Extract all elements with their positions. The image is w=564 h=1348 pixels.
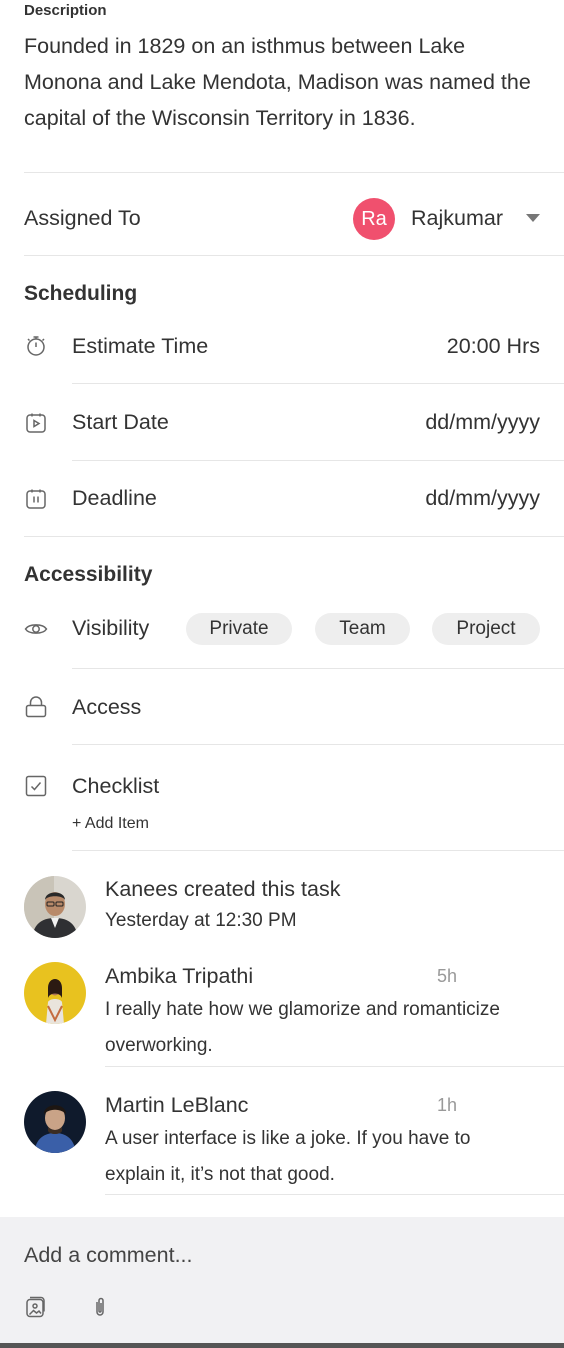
visibility-option-private[interactable]: Private: [186, 613, 292, 645]
chevron-down-icon[interactable]: [526, 214, 540, 222]
checklist-label: Checklist: [72, 774, 160, 798]
comment-author[interactable]: Ambika Tripathi: [105, 964, 253, 989]
divider: [72, 383, 564, 384]
divider: [24, 255, 564, 256]
avatar: [24, 1091, 86, 1153]
divider: [72, 850, 564, 851]
access-label[interactable]: Access: [72, 695, 141, 720]
start-date-value[interactable]: dd/mm/yyyy: [425, 410, 540, 435]
assignee-avatar: Ra: [353, 198, 395, 240]
avatar: [24, 876, 86, 938]
deadline-label: Deadline: [72, 486, 157, 510]
divider: [72, 668, 564, 669]
divider: [24, 172, 564, 173]
comment-input[interactable]: [24, 1243, 524, 1268]
visibility-option-project[interactable]: Project: [432, 613, 540, 645]
comment-bar: [0, 1217, 564, 1348]
divider: [72, 744, 564, 745]
divider: [24, 536, 564, 537]
comment-time: 1h: [437, 1095, 458, 1115]
start-date-label: Start Date: [72, 410, 169, 434]
assigned-to-label: Assigned To: [24, 206, 141, 230]
assignee-name[interactable]: Rajkumar: [411, 206, 503, 231]
divider: [105, 1066, 564, 1067]
calendar-play-icon: [24, 411, 48, 435]
deadline-value[interactable]: dd/mm/yyyy: [425, 486, 540, 511]
accessibility-title: Accessibility: [24, 563, 153, 586]
estimate-time-label: Estimate Time: [72, 334, 209, 358]
visibility-option-team[interactable]: Team: [315, 613, 410, 645]
description-label: Description: [24, 2, 107, 19]
bottom-edge: [0, 1343, 564, 1348]
visibility-label: Visibility: [72, 616, 150, 640]
stopwatch-icon: [24, 334, 48, 358]
estimate-time-value[interactable]: 20:00 Hrs: [447, 334, 540, 359]
comment-time: 5h: [437, 966, 458, 986]
divider: [72, 460, 564, 461]
comment-text: I really hate how we glamorize and roman…: [105, 999, 500, 1056]
image-icon[interactable]: [24, 1295, 48, 1319]
scheduling-title: Scheduling: [24, 282, 138, 305]
paperclip-icon[interactable]: [88, 1295, 112, 1319]
avatar: [24, 962, 86, 1024]
divider: [105, 1194, 564, 1195]
add-item-button[interactable]: + Add Item: [72, 815, 149, 833]
comment-text: A user interface is like a joke. If you …: [105, 1128, 471, 1185]
eye-icon: [24, 617, 48, 641]
calendar-pause-icon: [24, 487, 48, 511]
comment-author[interactable]: Martin LeBlanc: [105, 1093, 248, 1118]
description-text[interactable]: Founded in 1829 on an isthmus between La…: [24, 28, 544, 136]
activity-title: Kanees created this task: [105, 877, 341, 901]
lock-icon: [24, 695, 48, 719]
activity-timestamp: Yesterday at 12:30 PM: [105, 910, 297, 931]
checkbox-icon: [24, 774, 48, 798]
